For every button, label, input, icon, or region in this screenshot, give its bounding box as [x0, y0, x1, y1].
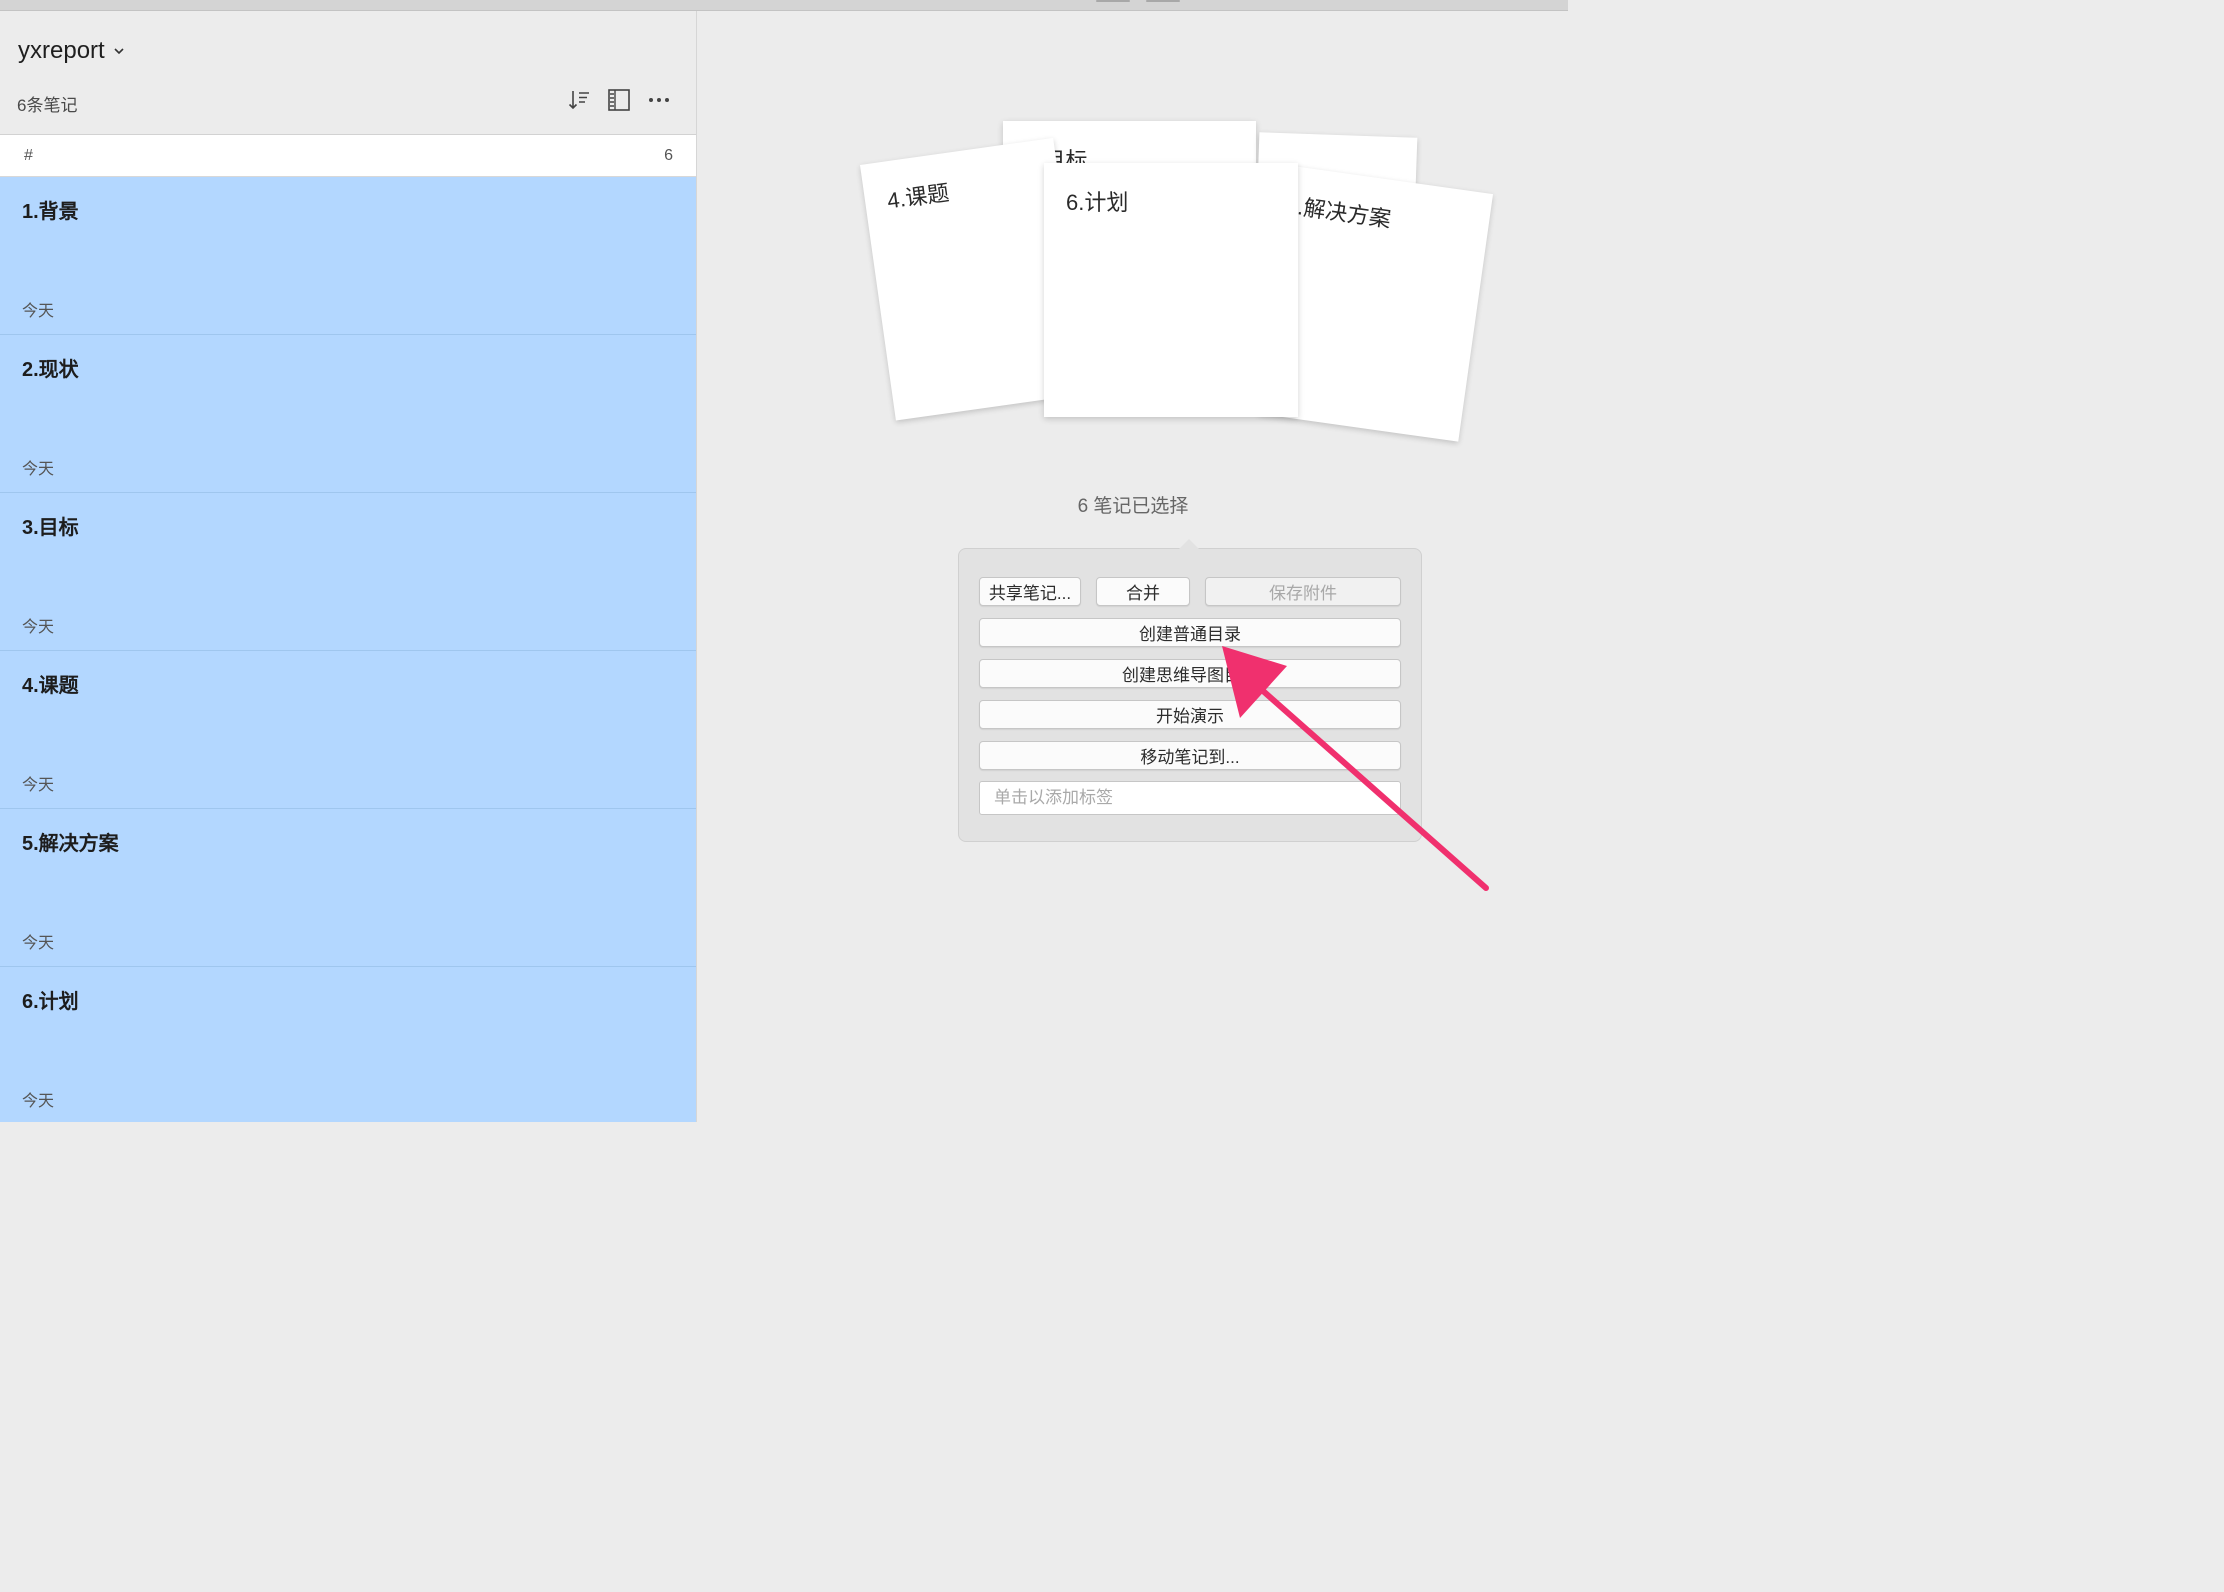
card-title: 4.课题 [885, 179, 951, 214]
note-item[interactable]: 2.现状 今天 [0, 335, 696, 493]
note-date: 今天 [22, 461, 55, 478]
note-item[interactable]: 5.解决方案 今天 [0, 809, 696, 967]
note-card-center: 6.计划 [1044, 163, 1298, 417]
selection-panel: 3.目标 5.解决方案 4.课题 6.计划 6 笔记已选择 共享笔记... 合并… [698, 11, 1568, 1122]
sidebar-layout-icon [608, 89, 630, 111]
tag-count: 6 [664, 146, 673, 164]
share-notes-button[interactable]: 共享笔记... [979, 577, 1081, 606]
note-date: 今天 [22, 619, 55, 636]
note-date: 今天 [22, 935, 55, 952]
note-title: 2.现状 [22, 359, 79, 381]
note-title: 4.课题 [22, 675, 79, 697]
chevron-down-icon [114, 48, 124, 55]
view-toggle-button[interactable] [606, 87, 632, 113]
window-top-bar [0, 0, 1568, 11]
save-attachments-button[interactable]: 保存附件 [1205, 577, 1401, 606]
card-title: 6.计划 [1066, 190, 1129, 215]
note-title: 5.解决方案 [22, 833, 119, 855]
toolbar-indicator [1146, 0, 1180, 2]
notebook-title: yxreport [18, 37, 105, 64]
toolbar-indicator [1096, 0, 1130, 2]
note-title: 6.计划 [22, 991, 79, 1013]
note-date: 今天 [22, 1093, 55, 1110]
merge-button[interactable]: 合并 [1096, 577, 1190, 606]
note-title: 3.目标 [22, 517, 79, 539]
notebook-title-dropdown[interactable]: yxreport [18, 37, 125, 65]
tag-filter-row[interactable]: # 6 [0, 135, 696, 177]
note-count: 6条笔记 [17, 96, 78, 115]
sort-icon [568, 91, 589, 110]
more-icon [649, 98, 669, 102]
tag-label: # [24, 146, 33, 164]
note-item[interactable]: 6.计划 今天 [0, 967, 696, 1122]
note-date: 今天 [22, 777, 55, 794]
create-mindmap-button[interactable]: 创建思维导图目录 [979, 659, 1401, 688]
note-date: 今天 [22, 303, 55, 320]
card-title: 5.解决方案 [1283, 192, 1393, 233]
start-presentation-button[interactable]: 开始演示 [979, 700, 1401, 729]
move-notes-button[interactable]: 移动笔记到... [979, 741, 1401, 770]
note-item[interactable]: 3.目标 今天 [0, 493, 696, 651]
selection-actions-popover: 共享笔记... 合并 保存附件 创建普通目录 创建思维导图目录 开始演示 移动笔… [958, 539, 1422, 842]
add-tag-input[interactable] [979, 781, 1401, 815]
note-list-panel: yxreport 6条笔记 # 6 1.背景 今天 2.现状 今天 3.目标 今… [0, 11, 697, 1122]
popover-pointer [1179, 539, 1199, 549]
create-toc-button[interactable]: 创建普通目录 [979, 618, 1401, 647]
note-title: 1.背景 [22, 201, 79, 223]
more-options-button[interactable] [646, 87, 672, 113]
selection-count-label: 6 笔记已选择 [1077, 496, 1189, 517]
notebook-header: yxreport 6条笔记 [0, 11, 696, 135]
note-item[interactable]: 1.背景 今天 [0, 177, 696, 335]
note-list: 1.背景 今天 2.现状 今天 3.目标 今天 4.课题 今天 5.解决方案 今… [0, 177, 696, 1122]
sort-button[interactable] [566, 87, 592, 113]
note-item[interactable]: 4.课题 今天 [0, 651, 696, 809]
